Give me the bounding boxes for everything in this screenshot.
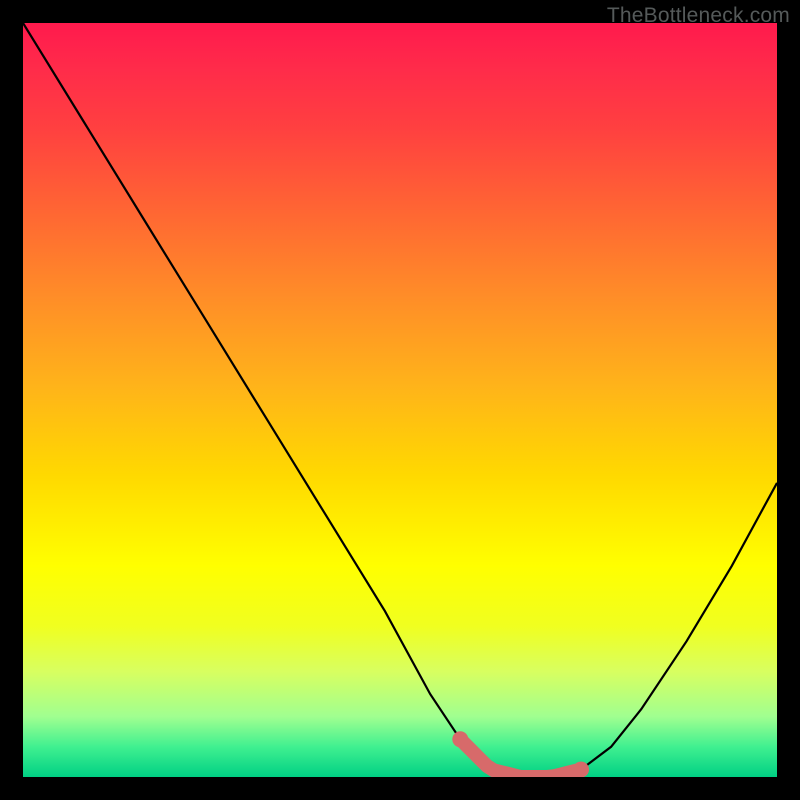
watermark-text: TheBottleneck.com: [607, 4, 790, 28]
highlight-path: [460, 739, 581, 777]
curve-path: [23, 23, 777, 777]
bottleneck-curve: [23, 23, 777, 777]
highlight-start-dot: [452, 731, 468, 747]
chart-frame: TheBottleneck.com: [0, 0, 800, 800]
plot-area: [23, 23, 777, 777]
highlight-end-dot: [573, 762, 589, 778]
